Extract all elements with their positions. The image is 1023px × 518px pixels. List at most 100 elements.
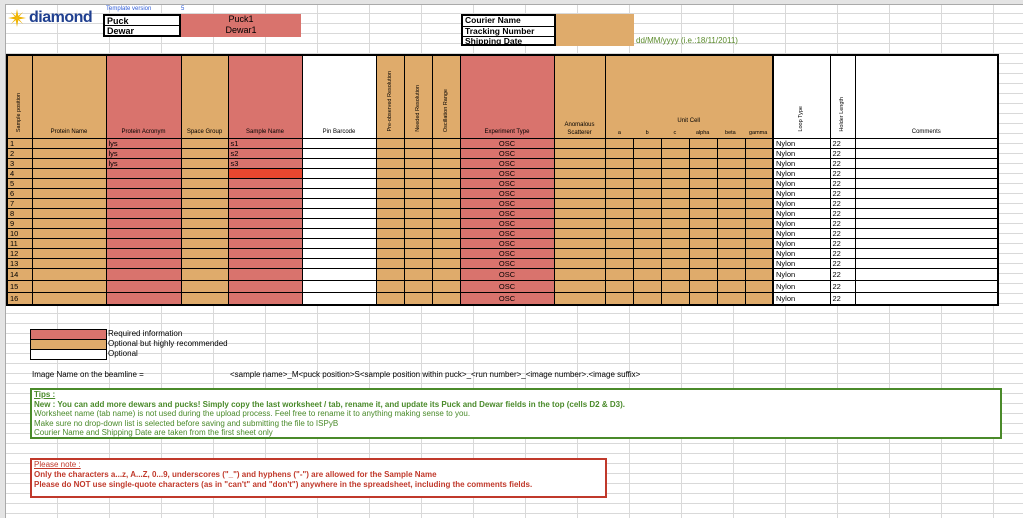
cell-uc-beta[interactable] [716, 178, 746, 189]
puck-dewar-values[interactable]: Puck1 Dewar1 [181, 14, 301, 37]
cell-uc-alpha[interactable] [688, 238, 718, 249]
cell-anomalous-scatterer[interactable] [553, 158, 606, 169]
cell-anomalous-scatterer[interactable] [553, 138, 606, 149]
template-version-value[interactable]: 5 [181, 6, 184, 12]
cell-holder-length[interactable]: 22 [829, 198, 856, 209]
cell-uc-alpha[interactable] [688, 292, 718, 306]
cell-oscillation-range[interactable] [431, 198, 461, 209]
cell-needed-resolution[interactable] [403, 188, 433, 199]
cell-holder-length[interactable]: 22 [829, 248, 856, 259]
cell-uc-a[interactable] [604, 168, 634, 179]
cell-uc-a[interactable] [604, 198, 634, 209]
cell-pin-barcode[interactable] [301, 148, 377, 159]
cell-sample-name[interactable] [227, 228, 303, 239]
cell-holder-length[interactable]: 22 [829, 268, 856, 281]
cell-comments[interactable] [854, 198, 999, 209]
header-protein-name[interactable]: Protein Name [31, 54, 107, 139]
cell-pin-barcode[interactable] [301, 268, 377, 281]
cell-protein-acronym[interactable]: lys [105, 158, 182, 169]
cell-experiment-type[interactable]: OSC [459, 268, 555, 281]
cell-anomalous-scatterer[interactable] [553, 228, 606, 239]
cell-pre-observed-resolution[interactable] [375, 198, 405, 209]
cell-sample-name[interactable]: s1 [227, 138, 303, 149]
cell-uc-beta[interactable] [716, 138, 746, 149]
cell-loop-type[interactable]: Nylon [772, 248, 831, 259]
cell-space-group[interactable] [180, 280, 229, 293]
cell-experiment-type[interactable]: OSC [459, 158, 555, 169]
cell-uc-a[interactable] [604, 248, 634, 259]
cell-protein-acronym[interactable] [105, 248, 182, 259]
cell-experiment-type[interactable]: OSC [459, 188, 555, 199]
cell-uc-c[interactable] [660, 292, 690, 306]
cell-experiment-type[interactable]: OSC [459, 208, 555, 219]
cell-uc-a[interactable] [604, 292, 634, 306]
cell-uc-beta[interactable] [716, 268, 746, 281]
cell-pre-observed-resolution[interactable] [375, 188, 405, 199]
cell-uc-gamma[interactable] [744, 168, 774, 179]
cell-needed-resolution[interactable] [403, 148, 433, 159]
cell-uc-gamma[interactable] [744, 188, 774, 199]
cell-space-group[interactable] [180, 188, 229, 199]
cell-needed-resolution[interactable] [403, 280, 433, 293]
cell-holder-length[interactable]: 22 [829, 280, 856, 293]
cell-space-group[interactable] [180, 248, 229, 259]
cell-pin-barcode[interactable] [301, 238, 377, 249]
cell-uc-c[interactable] [660, 168, 690, 179]
header-experiment-type[interactable]: Experiment Type [459, 54, 555, 139]
cell-uc-b[interactable] [632, 158, 662, 169]
cell-space-group[interactable] [180, 258, 229, 269]
cell-sample-position[interactable]: 15 [6, 280, 33, 293]
cell-oscillation-range[interactable] [431, 158, 461, 169]
cell-comments[interactable] [854, 258, 999, 269]
cell-holder-length[interactable]: 22 [829, 138, 856, 149]
cell-uc-alpha[interactable] [688, 248, 718, 259]
cell-sample-position[interactable]: 12 [6, 248, 33, 259]
cell-oscillation-range[interactable] [431, 248, 461, 259]
cell-protein-name[interactable] [31, 158, 107, 169]
cell-uc-a[interactable] [604, 268, 634, 281]
cell-uc-c[interactable] [660, 178, 690, 189]
cell-holder-length[interactable]: 22 [829, 188, 856, 199]
cell-pin-barcode[interactable] [301, 208, 377, 219]
cell-uc-alpha[interactable] [688, 138, 718, 149]
cell-loop-type[interactable]: Nylon [772, 148, 831, 159]
cell-uc-b[interactable] [632, 280, 662, 293]
cell-uc-c[interactable] [660, 258, 690, 269]
cell-uc-c[interactable] [660, 188, 690, 199]
cell-uc-beta[interactable] [716, 168, 746, 179]
cell-sample-position[interactable]: 11 [6, 238, 33, 249]
cell-sample-name[interactable] [227, 292, 303, 306]
cell-uc-b[interactable] [632, 268, 662, 281]
cell-anomalous-scatterer[interactable] [553, 248, 606, 259]
cell-comments[interactable] [854, 138, 999, 149]
cell-pre-observed-resolution[interactable] [375, 248, 405, 259]
cell-oscillation-range[interactable] [431, 188, 461, 199]
cell-uc-gamma[interactable] [744, 218, 774, 229]
cell-uc-c[interactable] [660, 198, 690, 209]
cell-uc-b[interactable] [632, 238, 662, 249]
cell-comments[interactable] [854, 168, 999, 179]
cell-space-group[interactable] [180, 148, 229, 159]
cell-sample-name[interactable]: s3 [227, 158, 303, 169]
cell-uc-c[interactable] [660, 238, 690, 249]
cell-loop-type[interactable]: Nylon [772, 208, 831, 219]
note-box[interactable]: Please note : Only the characters a...z,… [30, 458, 607, 498]
header-pin-barcode[interactable]: Pin Barcode [301, 54, 377, 139]
cell-comments[interactable] [854, 188, 999, 199]
cell-uc-gamma[interactable] [744, 148, 774, 159]
cell-protein-name[interactable] [31, 228, 107, 239]
cell-loop-type[interactable]: Nylon [772, 178, 831, 189]
cell-uc-alpha[interactable] [688, 178, 718, 189]
cell-protein-acronym[interactable]: lys [105, 138, 182, 149]
cell-space-group[interactable] [180, 268, 229, 281]
cell-oscillation-range[interactable] [431, 208, 461, 219]
cell-uc-beta[interactable] [716, 148, 746, 159]
cell-protein-name[interactable] [31, 188, 107, 199]
cell-needed-resolution[interactable] [403, 268, 433, 281]
cell-sample-position[interactable]: 8 [6, 208, 33, 219]
cell-oscillation-range[interactable] [431, 218, 461, 229]
cell-comments[interactable] [854, 248, 999, 259]
cell-oscillation-range[interactable] [431, 238, 461, 249]
cell-sample-name[interactable] [227, 258, 303, 269]
cell-comments[interactable] [854, 158, 999, 169]
